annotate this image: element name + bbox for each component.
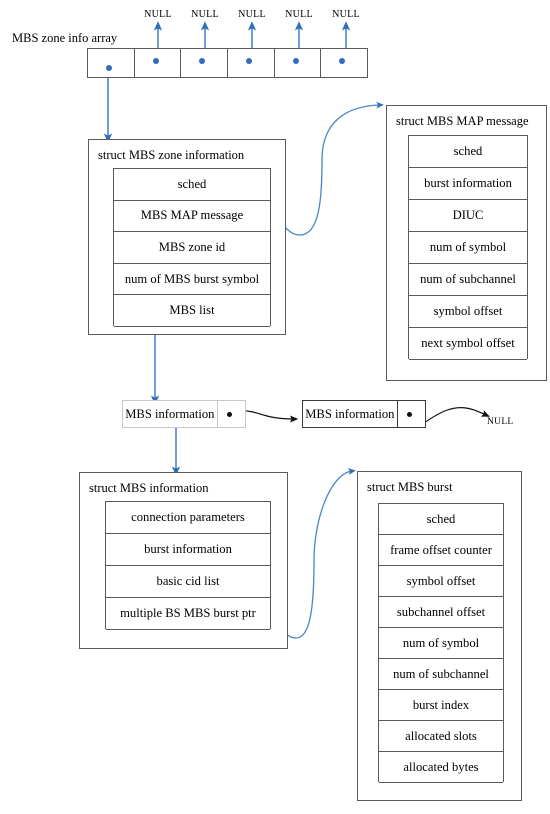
field-burst-index: burst index [379, 690, 503, 721]
pointer-dot-icon [246, 58, 253, 64]
list-node-1[interactable]: MBS information [122, 400, 246, 428]
array-cell-3[interactable] [228, 49, 275, 77]
field-sched: sched [409, 136, 527, 168]
null-label-4: NULL [285, 9, 313, 20]
struct-mbs-map-message: struct MBS MAP message sched burst infor… [386, 105, 547, 381]
field-num-of-subchannel: num of subchannel [379, 659, 503, 690]
null-label-5: NULL [332, 9, 360, 20]
arrow-next-node-2 [423, 407, 490, 424]
field-next-symbol-offset: next symbol offset [409, 328, 527, 360]
pointer-dot-icon [226, 412, 232, 417]
array-cell-5[interactable] [321, 49, 367, 77]
pointer-dot-icon [292, 58, 299, 64]
list-node-label: MBS information [123, 401, 218, 427]
list-node-label: MBS information [303, 401, 398, 427]
pointer-dot-icon [106, 65, 112, 71]
field-burst-information: burst information [409, 168, 527, 200]
struct-mbs-zone-information: struct MBS zone information sched MBS MA… [88, 139, 286, 335]
field-list: sched frame offset counter symbol offset… [378, 503, 504, 783]
list-node-next-pointer[interactable] [398, 401, 425, 427]
field-allocated-bytes: allocated bytes [379, 752, 503, 783]
field-num-of-subchannel: num of subchannel [409, 264, 527, 296]
array-cell-4[interactable] [275, 49, 322, 77]
struct-mbs-burst: struct MBS burst sched frame offset coun… [357, 471, 522, 801]
field-list: sched burst information DIUC num of symb… [408, 135, 528, 360]
field-mbs-list: MBS list [114, 295, 270, 327]
array-cell-1[interactable] [135, 49, 182, 77]
field-num-of-symbol: num of symbol [379, 628, 503, 659]
field-symbol-offset: symbol offset [409, 296, 527, 328]
field-frame-offset-counter: frame offset counter [379, 535, 503, 566]
pointer-dot-icon [406, 412, 412, 417]
field-burst-information: burst information [106, 534, 270, 566]
struct-caption: struct MBS zone information [98, 148, 245, 162]
null-label-3: NULL [238, 9, 266, 20]
field-allocated-slots: allocated slots [379, 721, 503, 752]
field-subchannel-offset: subchannel offset [379, 597, 503, 628]
field-diuc: DIUC [409, 200, 527, 232]
field-mbs-map-message: MBS MAP message [114, 201, 270, 233]
array-cell-0[interactable] [88, 49, 135, 77]
field-mbs-zone-id: MBS zone id [114, 232, 270, 264]
field-list: sched MBS MAP message MBS zone id num of… [113, 168, 271, 327]
list-tail-null-label: NULL [487, 417, 514, 427]
pointer-dot-icon [339, 58, 346, 64]
struct-mbs-information: struct MBS information connection parame… [79, 472, 288, 649]
array-cell-2[interactable] [181, 49, 229, 77]
field-connection-parameters: connection parameters [106, 502, 270, 534]
mbs-zone-info-array[interactable] [87, 48, 368, 78]
diagram-canvas: MBS zone info array NULL NULL NULL NULL … [0, 0, 550, 814]
field-num-of-symbol: num of symbol [409, 232, 527, 264]
struct-caption: struct MBS burst [367, 480, 453, 494]
field-num-of-mbs-burst-symbol: num of MBS burst symbol [114, 264, 270, 296]
null-label-2: NULL [191, 9, 219, 20]
field-sched: sched [379, 504, 503, 535]
field-list: connection parameters burst information … [105, 501, 271, 630]
null-label-1: NULL [144, 9, 172, 20]
field-basic-cid-list: basic cid list [106, 566, 270, 598]
field-multiple-bs-mbs-burst-ptr: multiple BS MBS burst ptr [106, 598, 270, 630]
pointer-dot-icon [152, 58, 159, 64]
list-node-2[interactable]: MBS information [302, 400, 426, 428]
field-symbol-offset: symbol offset [379, 566, 503, 597]
arrow-map-message-link [271, 101, 384, 236]
struct-caption: struct MBS information [89, 481, 209, 495]
list-node-next-pointer[interactable] [218, 401, 245, 427]
array-title: MBS zone info array [12, 31, 118, 45]
field-sched: sched [114, 169, 270, 201]
struct-caption: struct MBS MAP message [396, 114, 529, 128]
pointer-dot-icon [199, 58, 206, 64]
